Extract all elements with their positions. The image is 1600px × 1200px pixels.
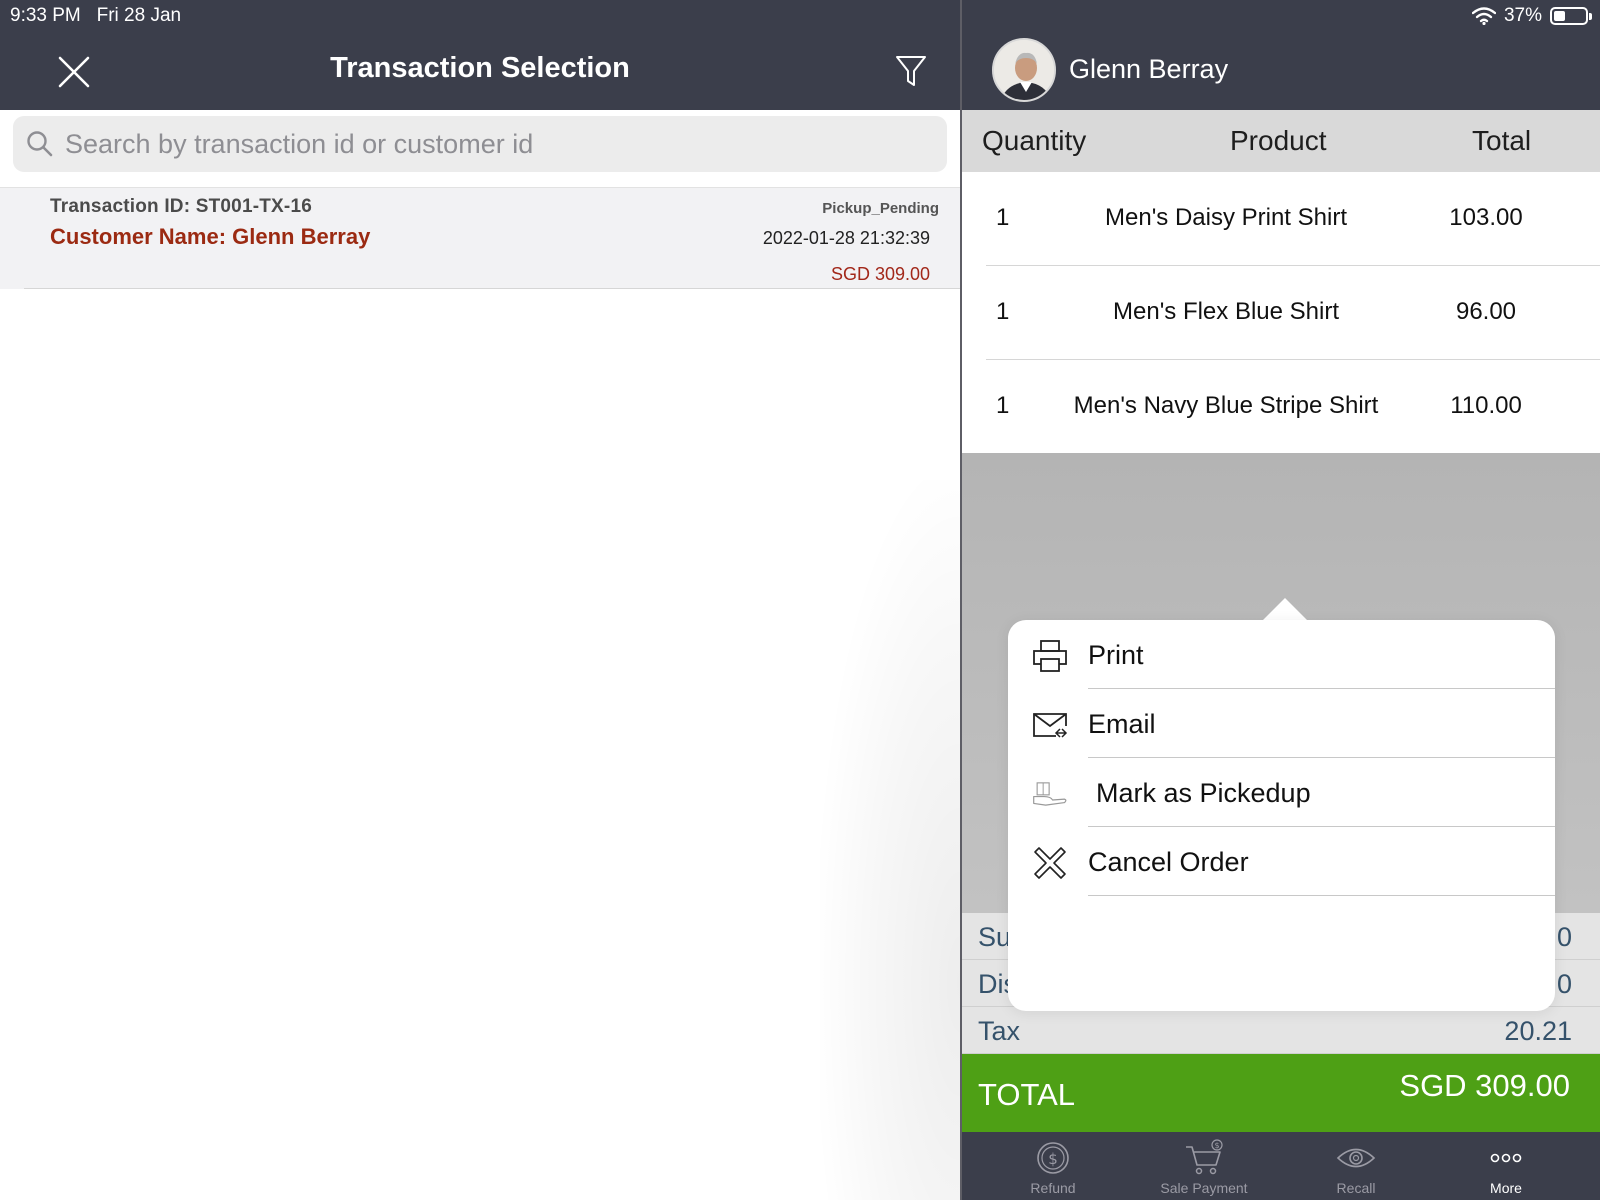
tab-more[interactable]: More bbox=[1446, 1138, 1566, 1196]
summary-value: 0 bbox=[1556, 922, 1572, 952]
item-quantity: 1 bbox=[996, 204, 1010, 231]
avatar[interactable] bbox=[992, 38, 1056, 102]
eye-icon bbox=[1336, 1148, 1376, 1168]
tab-sale-payment[interactable]: $ Sale Payment bbox=[1144, 1138, 1264, 1196]
cart-column-header: Quantity Product Total bbox=[962, 110, 1600, 172]
status-time: 9:33 PM bbox=[10, 5, 81, 26]
summary-tax: Tax 20.21 bbox=[962, 1007, 1600, 1054]
transaction-customer-name: Customer Name: Glenn Berray bbox=[50, 224, 371, 249]
menu-item-cancel-order[interactable]: Cancel Order bbox=[1008, 827, 1555, 896]
avatar-portrait bbox=[994, 40, 1054, 100]
menu-item-label: Cancel Order bbox=[1088, 847, 1249, 877]
cart-items: 1 Men's Daisy Print Shirt 103.00 1 Men's… bbox=[962, 172, 1600, 453]
search-bar bbox=[13, 116, 947, 172]
menu-item-mark-as-pickedup[interactable]: Mark as Pickedup bbox=[1008, 758, 1555, 827]
more-icon bbox=[1490, 1153, 1522, 1163]
transaction-amount: SGD 309.00 bbox=[830, 264, 930, 284]
popover-arrow bbox=[1262, 598, 1308, 621]
pickup-hand-icon bbox=[1033, 782, 1067, 806]
popover-shadow bbox=[820, 480, 960, 1200]
search-input[interactable] bbox=[55, 128, 947, 160]
svg-text:$: $ bbox=[1048, 1150, 1058, 1168]
column-product: Product bbox=[1230, 125, 1327, 156]
item-product: Men's Daisy Print Shirt bbox=[1105, 204, 1347, 231]
item-quantity: 1 bbox=[996, 392, 1010, 419]
transaction-status: Pickup_Pending bbox=[822, 200, 939, 217]
transaction-datetime: 2022-01-28 21:32:39 bbox=[762, 228, 930, 248]
app-root: 9:33 PM Fri 28 Jan Transaction Selection bbox=[0, 0, 1600, 1200]
customer-name: Glenn Berray bbox=[1069, 54, 1229, 84]
menu-item-label: Email bbox=[1088, 709, 1156, 739]
total-label: TOTAL bbox=[978, 1077, 1076, 1112]
summary-label: Su bbox=[978, 922, 1012, 952]
status-indicators: 37% bbox=[1471, 5, 1592, 27]
item-total: 103.00 bbox=[1449, 204, 1523, 231]
summary-value: 20.21 bbox=[1504, 1016, 1572, 1046]
tab-refund[interactable]: $ Refund bbox=[993, 1138, 1113, 1196]
battery-icon bbox=[1550, 7, 1592, 25]
transaction-selection-pane: 9:33 PM Fri 28 Jan Transaction Selection bbox=[0, 0, 960, 1200]
menu-item-email[interactable]: Email bbox=[1008, 689, 1555, 758]
battery-percent: 37% bbox=[1503, 5, 1542, 26]
battery-level bbox=[1554, 11, 1566, 21]
more-options-popover: Print Email Mark as Pickedup Cancel Orde… bbox=[1008, 620, 1555, 1011]
right-header: 37% Glenn Berray bbox=[962, 0, 1600, 110]
wifi-icon bbox=[1471, 7, 1496, 25]
status-time-date: 9:33 PM Fri 28 Jan bbox=[10, 5, 181, 27]
tab-recall[interactable]: Recall bbox=[1296, 1138, 1416, 1196]
transaction-id: Transaction ID: ST001-TX-16 bbox=[50, 196, 312, 217]
email-icon bbox=[1033, 713, 1068, 738]
menu-item-label: Mark as Pickedup bbox=[1096, 778, 1311, 808]
total-bar: TOTAL SGD 309.00 bbox=[962, 1054, 1600, 1132]
svg-text:$: $ bbox=[1214, 1141, 1219, 1150]
status-date: Fri 28 Jan bbox=[96, 5, 182, 26]
tab-label: Refund bbox=[1030, 1180, 1076, 1196]
column-quantity: Quantity bbox=[982, 125, 1087, 156]
search-icon bbox=[25, 129, 55, 159]
filter-icon bbox=[896, 56, 926, 86]
cart-item-row[interactable]: 1 Men's Daisy Print Shirt 103.00 bbox=[986, 172, 1600, 266]
item-total: 110.00 bbox=[1450, 392, 1522, 419]
total-value: SGD 309.00 bbox=[1399, 1068, 1570, 1103]
refund-icon: $ bbox=[1037, 1142, 1069, 1174]
item-quantity: 1 bbox=[996, 298, 1010, 325]
item-total: 96.00 bbox=[1455, 298, 1517, 325]
cart-item-row[interactable]: 1 Men's Flex Blue Shirt 96.00 bbox=[986, 266, 1600, 360]
transaction-row[interactable]: Transaction ID: ST001-TX-16 Customer Nam… bbox=[0, 187, 960, 289]
cart-item-row[interactable]: 1 Men's Navy Blue Stripe Shirt 110.00 bbox=[986, 360, 1600, 454]
summary-value: 0 bbox=[1556, 969, 1572, 999]
summary-label: Tax bbox=[978, 1016, 1021, 1046]
menu-item-print[interactable]: Print bbox=[1008, 620, 1555, 689]
bottom-tab-bar: $ Refund $ Sale Payment Recall More bbox=[962, 1132, 1600, 1200]
menu-item-label: Print bbox=[1088, 640, 1144, 670]
cancel-x-icon bbox=[1034, 847, 1066, 879]
row-divider bbox=[24, 288, 960, 289]
printer-icon bbox=[1033, 640, 1067, 672]
left-header: 9:33 PM Fri 28 Jan Transaction Selection bbox=[0, 0, 960, 110]
page-title: Transaction Selection bbox=[330, 52, 630, 84]
tab-label: Sale Payment bbox=[1160, 1180, 1248, 1196]
item-product: Men's Flex Blue Shirt bbox=[1113, 298, 1339, 325]
column-total: Total bbox=[1472, 125, 1532, 156]
tab-label: Recall bbox=[1336, 1180, 1376, 1196]
filter-button[interactable] bbox=[890, 50, 932, 92]
tab-label: More bbox=[1490, 1180, 1522, 1196]
item-product: Men's Navy Blue Stripe Shirt bbox=[1073, 392, 1379, 419]
cart-icon: $ bbox=[1186, 1139, 1223, 1175]
